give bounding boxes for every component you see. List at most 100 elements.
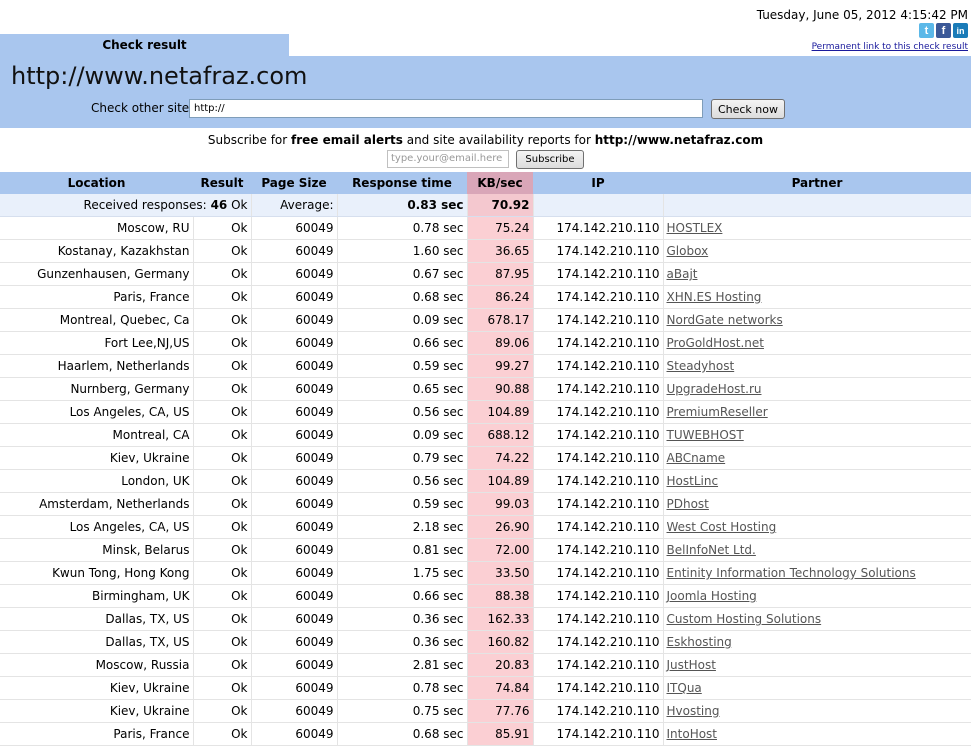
table-row: Kwun Tong, Hong Kong Ok 60049 1.75 sec 33.50… <box>0 561 971 585</box>
response-time-cell: 0.65 sec <box>337 377 468 401</box>
result-cell: Ok <box>193 630 252 654</box>
partner-link[interactable]: West Cost Hosting <box>663 515 971 539</box>
location-cell: Moscow, RU <box>0 216 194 240</box>
partner-link[interactable]: ProGoldHost.net <box>663 331 971 355</box>
ip-cell: 174.142.210.110 <box>533 699 664 723</box>
location-cell: Paris, France <box>0 722 194 746</box>
kb-sec-cell: 74.84 <box>467 676 534 700</box>
email-field[interactable]: type.your@email.here <box>387 150 509 168</box>
partner-link[interactable]: BelInfoNet Ltd. <box>663 538 971 562</box>
result-cell: Ok <box>193 354 252 378</box>
result-cell: Ok <box>193 423 252 447</box>
location-cell: London, UK <box>0 469 194 493</box>
ip-cell: 174.142.210.110 <box>533 423 664 447</box>
partner-link[interactable]: PremiumReseller <box>663 400 971 424</box>
page-size-cell: 60049 <box>251 515 338 539</box>
subscribe-bold-alerts: free email alerts <box>291 133 403 147</box>
response-time-cell: 0.56 sec <box>337 400 468 424</box>
table-row: Kiev, Ukraine Ok 60049 0.79 sec 74.22 174.142… <box>0 446 971 470</box>
table-row: Kostanay, Kazakhstan Ok 60049 1.60 sec 36.65… <box>0 239 971 263</box>
location-cell: Minsk, Belarus <box>0 538 194 562</box>
linkedin-icon[interactable]: in <box>953 23 968 38</box>
kb-sec-cell: 33.50 <box>467 561 534 585</box>
facebook-icon[interactable]: f <box>936 23 951 38</box>
result-cell: Ok <box>193 653 252 677</box>
ip-cell: 174.142.210.110 <box>533 239 664 263</box>
response-time-cell: 0.66 sec <box>337 584 468 608</box>
result-cell: Ok <box>193 216 252 240</box>
location-cell: Haarlem, Netherlands <box>0 354 194 378</box>
ip-cell: 174.142.210.110 <box>533 285 664 309</box>
page-size-cell: 60049 <box>251 607 338 631</box>
partner-link[interactable]: HOSTLEX <box>663 216 971 240</box>
header-location: Location <box>0 172 193 194</box>
summary-row: Received responses: 46 Ok Average: 0.83 … <box>0 194 971 217</box>
partner-link[interactable]: IntoHost <box>663 722 971 746</box>
location-cell: Los Angeles, CA, US <box>0 400 194 424</box>
received-label: Received responses: <box>83 198 207 212</box>
partner-link[interactable]: Custom Hosting Solutions <box>663 607 971 631</box>
partner-link[interactable]: ITQua <box>663 676 971 700</box>
kb-sec-cell: 72.00 <box>467 538 534 562</box>
kb-sec-cell: 77.76 <box>467 699 534 723</box>
page-size-cell: 60049 <box>251 630 338 654</box>
partner-link[interactable]: JustHost <box>663 653 971 677</box>
partner-link[interactable]: Entinity Information Technology Solution… <box>663 561 971 585</box>
location-cell: Montreal, CA <box>0 423 194 447</box>
partner-link[interactable]: ABCname <box>663 446 971 470</box>
response-time-cell: 0.68 sec <box>337 722 468 746</box>
page-size-cell: 60049 <box>251 469 338 493</box>
permanent-link[interactable]: Permanent link to this check result <box>812 42 968 52</box>
partner-link[interactable]: PDhost <box>663 492 971 516</box>
result-cell: Ok <box>193 561 252 585</box>
kb-sec-cell: 99.03 <box>467 492 534 516</box>
partner-link[interactable]: Joomla Hosting <box>663 584 971 608</box>
table-row: Gunzenhausen, Germany Ok 60049 0.67 sec 87.9… <box>0 262 971 286</box>
table-row: Paris, France Ok 60049 0.68 sec 86.24 174.142… <box>0 285 971 309</box>
ip-cell: 174.142.210.110 <box>533 492 664 516</box>
ip-cell: 174.142.210.110 <box>533 676 664 700</box>
partner-link[interactable]: Eskhosting <box>663 630 971 654</box>
kb-sec-cell: 160.82 <box>467 630 534 654</box>
social-links: t f in <box>919 23 968 38</box>
partner-link[interactable]: aBajt <box>663 262 971 286</box>
subscribe-button[interactable]: Subscribe <box>516 150 584 169</box>
kb-sec-cell: 26.90 <box>467 515 534 539</box>
page-size-cell: 60049 <box>251 400 338 424</box>
kb-sec-cell: 85.91 <box>467 722 534 746</box>
page-size-cell: 60049 <box>251 308 338 332</box>
partner-link[interactable]: XHN.ES Hosting <box>663 285 971 309</box>
table-row: Birmingham, UK Ok 60049 0.66 sec 88.38 174.14… <box>0 584 971 608</box>
location-cell: Gunzenhausen, Germany <box>0 262 194 286</box>
partner-link[interactable]: HostLinc <box>663 469 971 493</box>
check-now-button[interactable]: Check now <box>711 99 785 119</box>
response-time-cell: 0.09 sec <box>337 423 468 447</box>
partner-link[interactable]: TUWEBHOST <box>663 423 971 447</box>
ip-cell: 174.142.210.110 <box>533 400 664 424</box>
partner-link[interactable]: UpgradeHost.ru <box>663 377 971 401</box>
result-cell: Ok <box>193 308 252 332</box>
subscribe-mid: and site availability reports for <box>402 133 595 147</box>
result-cell: Ok <box>193 722 252 746</box>
table-row: Amsterdam, Netherlands Ok 60049 0.59 sec 99.… <box>0 492 971 516</box>
ip-cell: 174.142.210.110 <box>533 515 664 539</box>
partner-link[interactable]: Steadyhost <box>663 354 971 378</box>
kb-sec-cell: 162.33 <box>467 607 534 631</box>
ip-cell: 174.142.210.110 <box>533 722 664 746</box>
partner-link[interactable]: NordGate networks <box>663 308 971 332</box>
page-size-cell: 60049 <box>251 653 338 677</box>
location-cell: Kostanay, Kazakhstan <box>0 239 194 263</box>
result-cell: Ok <box>193 584 252 608</box>
partner-link[interactable]: Hvosting <box>663 699 971 723</box>
page-size-cell: 60049 <box>251 262 338 286</box>
partner-link[interactable]: Globox <box>663 239 971 263</box>
check-site-input[interactable]: http:// <box>189 99 703 118</box>
response-time-cell: 0.68 sec <box>337 285 468 309</box>
kb-sec-cell: 74.22 <box>467 446 534 470</box>
kb-sec-cell: 688.12 <box>467 423 534 447</box>
twitter-icon[interactable]: t <box>919 23 934 38</box>
page-size-cell: 60049 <box>251 492 338 516</box>
response-time-cell: 0.56 sec <box>337 469 468 493</box>
kb-sec-cell: 88.38 <box>467 584 534 608</box>
result-cell: Ok <box>193 400 252 424</box>
